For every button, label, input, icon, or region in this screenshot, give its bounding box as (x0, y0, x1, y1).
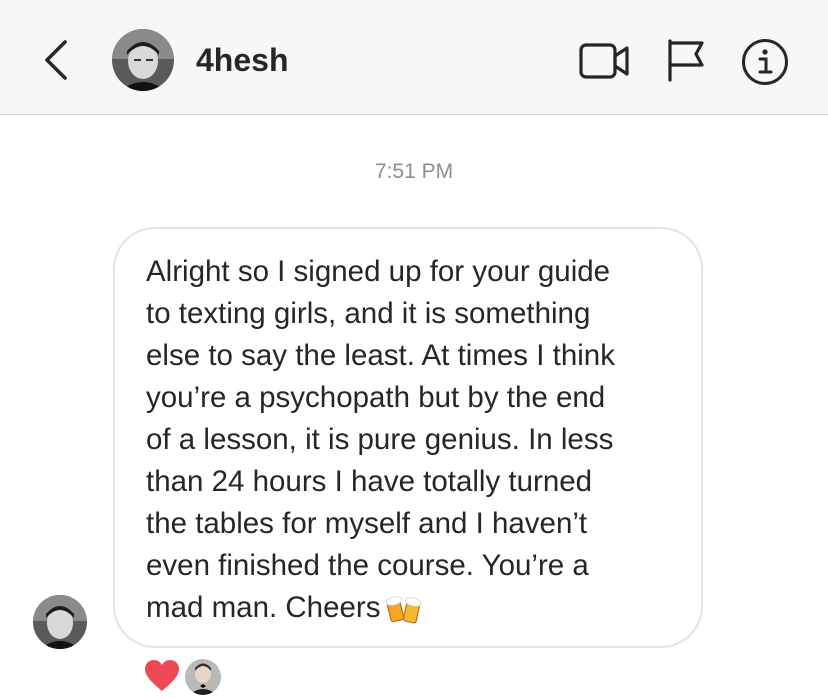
reaction-heart[interactable] (144, 659, 180, 693)
message-timestamp: 7:51 PM (374, 160, 454, 183)
info-button[interactable] (740, 37, 790, 87)
message-line: the tables for myself and I haven’t (146, 507, 588, 540)
chat-header: 4hesh (0, 0, 828, 115)
beer-mugs-emoji (386, 596, 422, 624)
flag-icon (668, 39, 704, 82)
video-call-button[interactable] (578, 39, 632, 83)
message-line: else to say the least. At times I think (146, 339, 615, 372)
message-bubble[interactable]: Alright so I signed up for your guide to… (113, 227, 703, 648)
message-line: than 24 hours I have totally turned (146, 465, 593, 498)
video-camera-icon (579, 43, 629, 79)
message-line: even finished the course. You’re a (146, 549, 589, 582)
avatar[interactable] (112, 29, 174, 91)
message-line: to texting girls, and it is something (146, 297, 591, 330)
chevron-left-icon (45, 40, 67, 80)
info-icon (742, 39, 788, 85)
reactor-avatar[interactable] (183, 657, 223, 697)
sender-avatar[interactable] (33, 595, 87, 649)
profile-photo (185, 659, 221, 695)
message-line: you’re a psychopath but by the end (146, 381, 606, 414)
chat-username[interactable]: 4hesh (196, 40, 288, 80)
profile-photo (33, 595, 87, 649)
heart-icon (145, 660, 179, 691)
message-line: Alright so I signed up for your guide (146, 255, 611, 288)
profile-photo (112, 29, 174, 91)
message-last-line: mad man. Cheers (146, 587, 671, 629)
back-button[interactable] (38, 38, 76, 82)
message-line: mad man. Cheers (146, 591, 381, 624)
report-button[interactable] (664, 36, 708, 84)
message-line: of a lesson, it is pure genius. In less (146, 423, 614, 456)
